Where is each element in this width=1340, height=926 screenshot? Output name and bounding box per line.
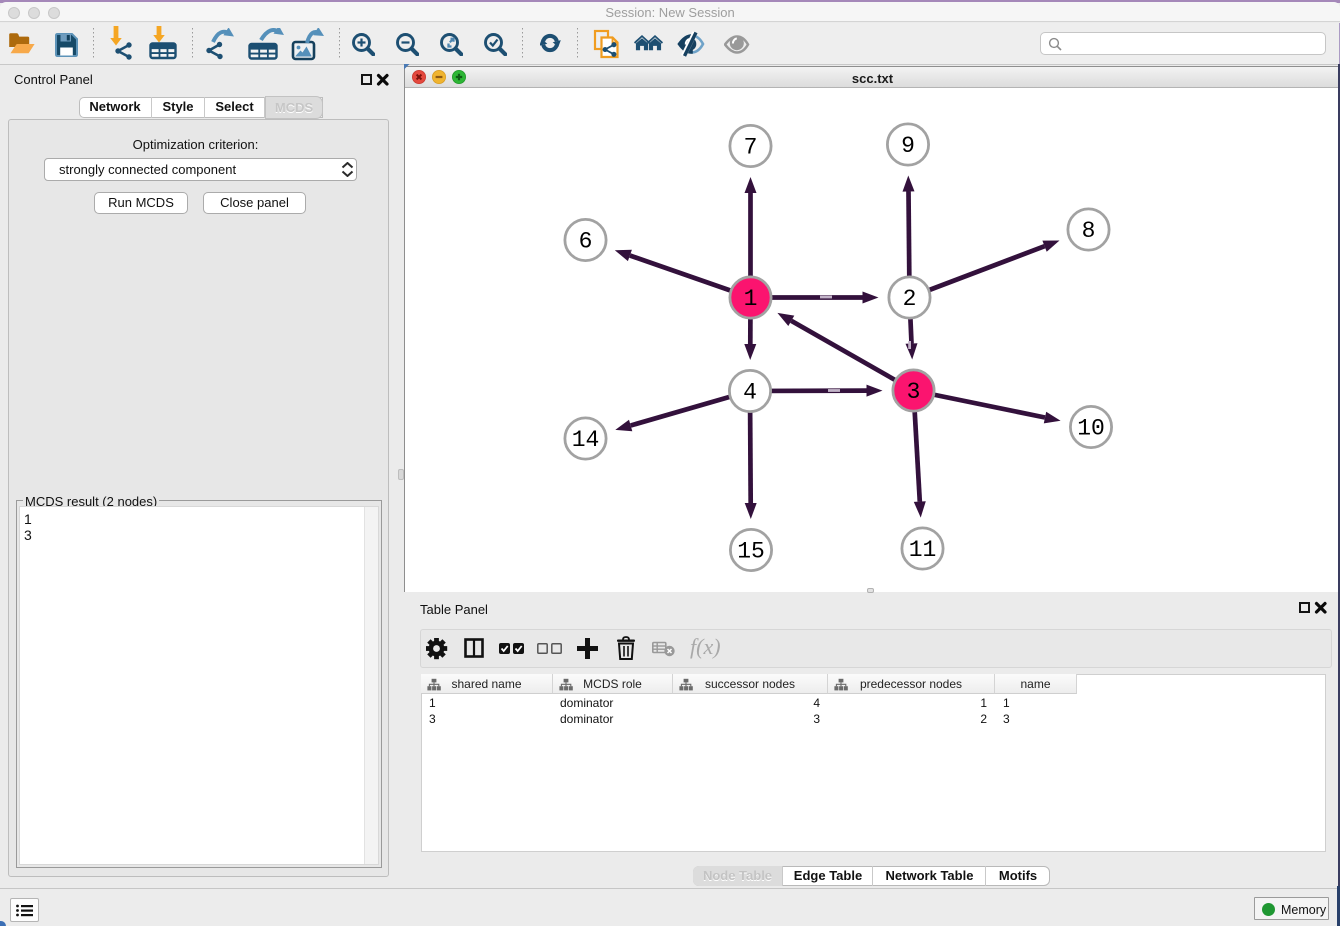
svg-text:4: 4 [743, 379, 757, 405]
svg-text:15: 15 [737, 538, 765, 564]
svg-text:10: 10 [1077, 415, 1105, 441]
svg-text:11: 11 [909, 537, 937, 563]
svg-text:8: 8 [1082, 218, 1096, 244]
svg-text:7: 7 [744, 134, 758, 160]
svg-text:3: 3 [907, 379, 921, 405]
svg-text:6: 6 [579, 228, 593, 254]
svg-text:1: 1 [744, 286, 758, 312]
svg-text:14: 14 [572, 427, 600, 453]
svg-text:2: 2 [903, 286, 917, 312]
svg-text:9: 9 [901, 133, 915, 159]
